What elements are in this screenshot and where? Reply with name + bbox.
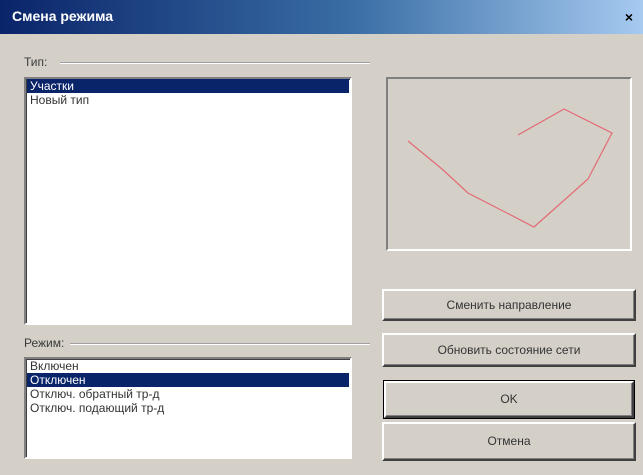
change-mode-dialog: Смена режима × Тип: Участки Новый тип Ре… (0, 0, 643, 475)
type-group-label: Тип: (24, 55, 52, 69)
mode-group-label: Режим: (24, 336, 69, 350)
mode-list-item[interactable]: Отключ. обратный тр-д (27, 387, 349, 401)
type-group-divider (60, 62, 370, 64)
mode-list-item[interactable]: Отключен (27, 373, 349, 387)
title-bar[interactable]: Смена режима × (0, 0, 643, 34)
network-sketch (407, 108, 613, 228)
mode-listbox[interactable]: Включен Отключен Отключ. обратный тр-д О… (24, 357, 352, 459)
cancel-button[interactable]: Отмена (382, 422, 636, 461)
type-listbox[interactable]: Участки Новый тип (24, 77, 352, 325)
close-icon[interactable]: × (619, 8, 639, 26)
update-network-state-button[interactable]: Обновить состояние сети (382, 333, 636, 367)
ok-button[interactable]: OK (383, 380, 635, 419)
type-list-item[interactable]: Новый тип (27, 93, 349, 107)
mode-list-item[interactable]: Включен (27, 359, 349, 373)
network-preview (386, 77, 632, 251)
type-list-item[interactable]: Участки (27, 79, 349, 93)
mode-list-item[interactable]: Отключ. подающий тр-д (27, 401, 349, 415)
change-direction-button[interactable]: Сменить направление (382, 289, 636, 321)
mode-group-divider (70, 343, 370, 345)
dialog-title: Смена режима (12, 8, 114, 24)
network-sketch-path (407, 108, 613, 228)
